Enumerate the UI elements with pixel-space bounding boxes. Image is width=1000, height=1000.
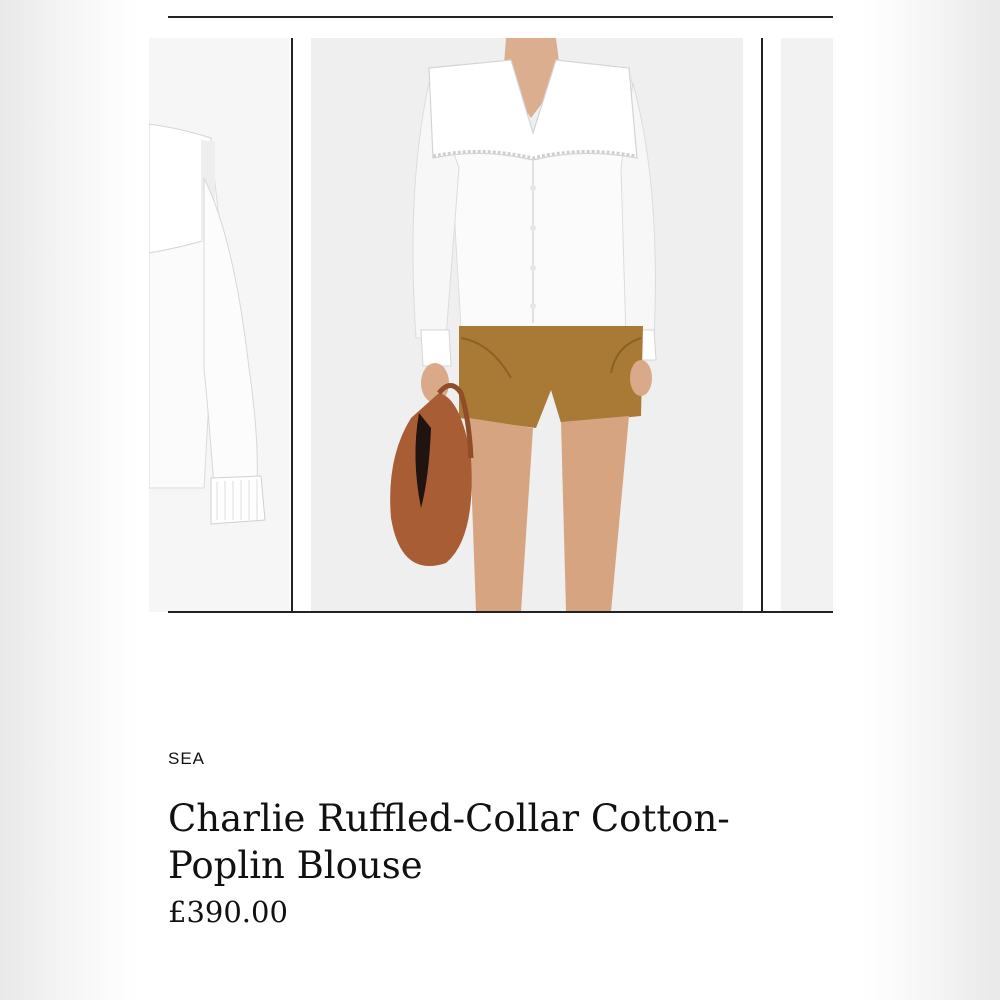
- gallery-image-previous[interactable]: [149, 38, 290, 612]
- carousel-divider-right: [761, 38, 763, 612]
- carousel-divider-left: [291, 38, 293, 612]
- blouse-sleeve-illustration: [149, 38, 290, 612]
- image-carousel[interactable]: [149, 38, 852, 612]
- product-price: £390.00: [168, 895, 288, 929]
- model-illustration: [311, 38, 743, 612]
- gallery-image-next[interactable]: [781, 38, 833, 612]
- bottom-divider: [168, 611, 833, 613]
- page: { "product": { "brand": "SEA", "title": …: [0, 0, 1000, 1000]
- brand-name[interactable]: SEA: [168, 749, 205, 769]
- gallery-image-current[interactable]: [311, 38, 743, 612]
- product-page: SEA Charlie Ruffled-Collar Cotton-Poplin…: [149, 0, 852, 1000]
- product-title: Charlie Ruffled-Collar Cotton-Poplin Blo…: [168, 797, 730, 887]
- top-divider: [168, 16, 833, 18]
